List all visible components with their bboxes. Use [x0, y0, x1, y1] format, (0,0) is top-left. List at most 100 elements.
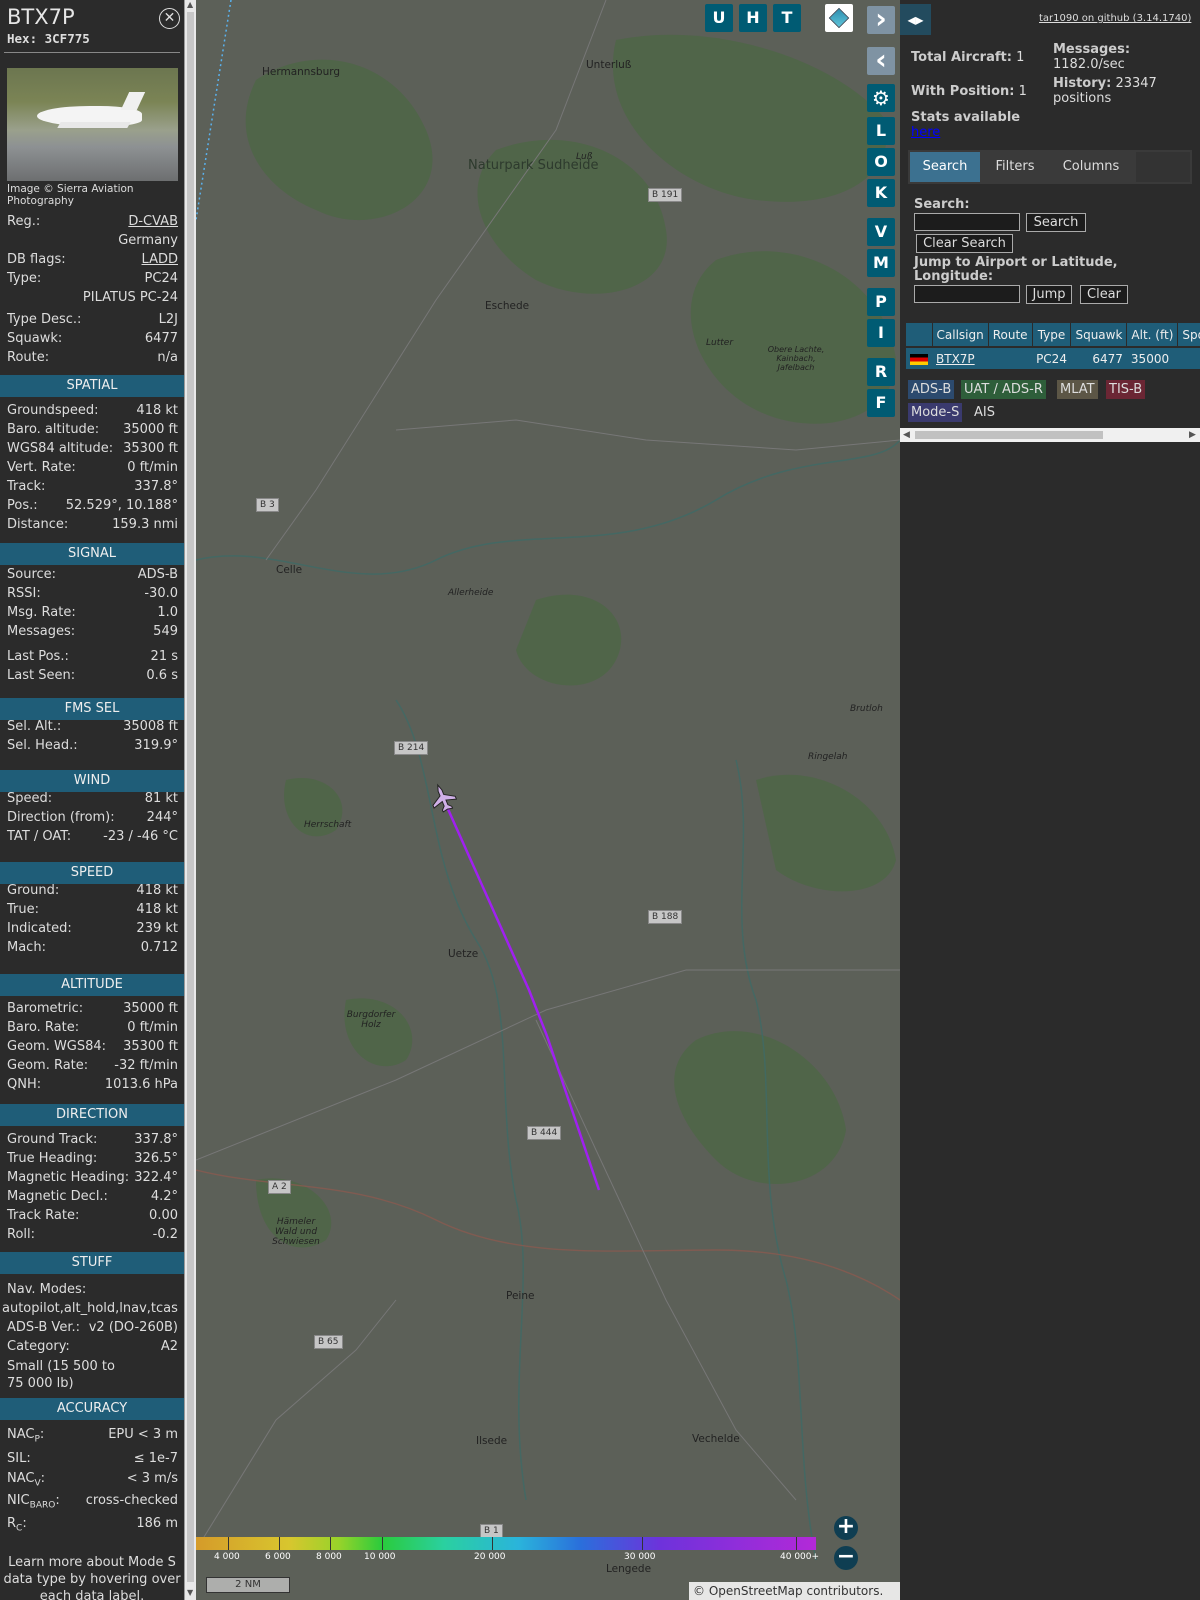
place-hermannsburg: Hermannsburg	[262, 66, 341, 78]
clear-search-button[interactable]: Clear Search	[916, 234, 1013, 253]
sidebar-toggle-button[interactable]: ◂▸	[900, 4, 931, 35]
scroll-thumb[interactable]	[187, 12, 194, 1582]
settings-button[interactable]: ⚙	[867, 84, 895, 112]
map-attribution[interactable]: © OpenStreetMap contributors.	[689, 1582, 900, 1600]
info-label: Direction (from):	[7, 810, 115, 825]
col-flag[interactable]	[906, 323, 933, 347]
clear-button[interactable]: Clear	[1080, 285, 1128, 304]
map-button-k[interactable]: K	[867, 179, 895, 207]
section-fms[interactable]: FMS SEL	[0, 698, 184, 720]
col-route[interactable]: Route	[988, 323, 1033, 347]
map-button-f[interactable]: F	[867, 389, 895, 417]
row-callsign[interactable]: BTX7P	[932, 346, 989, 369]
map-button-h[interactable]: H	[739, 4, 767, 32]
place-burgdorfer: Burgdorfer Holz	[346, 1010, 396, 1030]
badge-modes[interactable]: Mode-S	[908, 403, 963, 422]
road-b3: B 3	[256, 498, 279, 512]
section-speed[interactable]: SPEED	[0, 862, 184, 884]
section-accuracy[interactable]: ACCURACY	[0, 1398, 184, 1420]
row-type: PC24	[1032, 346, 1071, 369]
badge-adsb[interactable]: ADS-B	[908, 380, 955, 399]
map-button-r[interactable]: R	[867, 358, 895, 386]
col-callsign[interactable]: Callsign	[932, 323, 989, 347]
info-value: 35000 ft	[123, 422, 178, 437]
jump-input[interactable]	[914, 285, 1020, 303]
place-luss: Luß	[576, 152, 593, 162]
info-value: 0 ft/min	[127, 1020, 178, 1035]
map-button-v[interactable]: V	[867, 218, 895, 246]
tab-filters[interactable]: Filters	[984, 152, 1046, 182]
info-value: 0 ft/min	[127, 460, 178, 475]
info-label: Mach:	[7, 940, 46, 955]
col-type[interactable]: Type	[1032, 323, 1072, 347]
info-value: 0.712	[140, 940, 178, 955]
badge-tisb[interactable]: TIS-B	[1106, 380, 1146, 399]
info-label: Groundspeed:	[7, 403, 99, 418]
map-button-u[interactable]: U	[705, 4, 733, 32]
map-button-p[interactable]: P	[867, 288, 895, 316]
info-label: Distance:	[7, 517, 69, 532]
badge-mlat[interactable]: MLAT	[1057, 380, 1098, 399]
map-button-i[interactable]: I	[867, 319, 895, 347]
map-button-l[interactable]: L	[867, 117, 895, 145]
badge-uat[interactable]: UAT / ADS-R	[961, 380, 1046, 399]
close-icon[interactable]: ✕	[159, 8, 180, 29]
table-row[interactable]: BTX7P PC24 6477 35000	[906, 346, 1200, 369]
altitude-color-bar	[196, 1537, 816, 1550]
github-link[interactable]: tar1090 on github (3.14.1740)	[1039, 13, 1191, 24]
search-button[interactable]: Search	[1026, 213, 1086, 232]
place-brutloh: Brutloh	[850, 704, 883, 714]
section-wind[interactable]: WIND	[0, 770, 184, 792]
info-scrollbar[interactable]: ▲ ▼	[184, 0, 196, 1600]
registration-link[interactable]: D-CVAB	[128, 213, 178, 231]
info-value: 159.3 nmi	[112, 517, 178, 532]
section-signal[interactable]: SIGNAL	[0, 543, 184, 565]
info-label: Baro. altitude:	[7, 422, 100, 437]
tab-search[interactable]: Search	[910, 152, 980, 182]
section-stuff[interactable]: STUFF	[0, 1252, 184, 1274]
col-alt[interactable]: Alt. (ft)	[1126, 323, 1179, 347]
map-button-m[interactable]: M	[867, 249, 895, 277]
info-value: 418 kt	[136, 403, 178, 418]
info-label: Geom. WGS84:	[7, 1039, 107, 1054]
map-button-o[interactable]: O	[867, 148, 895, 176]
map-view[interactable]: Hermannsburg Unterluß Naturpark Sudheide…	[196, 0, 900, 1600]
scroll-up-icon[interactable]: ▲	[187, 0, 193, 9]
map-button-t[interactable]: T	[773, 4, 801, 32]
road-b444: B 444	[527, 1126, 562, 1140]
info-label: Magnetic Decl.:	[7, 1189, 108, 1204]
layers-button[interactable]	[825, 4, 853, 32]
section-altitude[interactable]: ALTITUDE	[0, 974, 184, 996]
info-value: -0.2	[152, 1227, 178, 1242]
row-alt: 35000	[1126, 346, 1178, 369]
tab-extra[interactable]	[1136, 152, 1190, 182]
scroll-down-icon[interactable]: ▼	[187, 1588, 193, 1597]
scale-bar: 2 NM	[206, 1577, 290, 1593]
info-label: True Heading:	[7, 1151, 98, 1166]
search-input[interactable]	[914, 213, 1020, 231]
tab-columns[interactable]: Columns	[1050, 152, 1132, 182]
prev-aircraft-button[interactable]: ‹	[867, 46, 895, 75]
stats-link[interactable]: here	[911, 125, 940, 140]
sidebar: ◂▸ tar1090 on github (3.14.1740) Total A…	[900, 0, 1200, 1600]
dbflags-link[interactable]: LADD	[142, 251, 178, 269]
jump-button[interactable]: Jump	[1026, 285, 1072, 304]
section-direction[interactable]: DIRECTION	[0, 1104, 184, 1126]
zoom-in-button[interactable]: +	[834, 1516, 858, 1540]
info-value: 319.9°	[134, 738, 178, 753]
hscroll-thumb[interactable]	[915, 431, 1103, 439]
scroll-left-icon[interactable]: ◀	[903, 428, 910, 442]
scroll-right-icon[interactable]: ▶	[1189, 428, 1196, 442]
section-spatial[interactable]: SPATIAL	[0, 375, 184, 397]
next-aircraft-button[interactable]: ›	[867, 5, 895, 34]
legend-label: 30 000	[624, 1552, 656, 1562]
aircraft-photo[interactable]	[7, 68, 178, 181]
badge-ais[interactable]: AIS	[971, 403, 998, 422]
place-lutter: Lutter	[706, 338, 734, 348]
info-value: 35008 ft	[123, 719, 178, 734]
col-squawk[interactable]: Squawk	[1070, 323, 1128, 347]
flag-icon	[906, 346, 932, 369]
zoom-out-button[interactable]: −	[834, 1546, 858, 1570]
col-spd[interactable]: Spd.	[1177, 323, 1200, 347]
table-hscrollbar[interactable]: ◀ ▶	[900, 428, 1200, 442]
